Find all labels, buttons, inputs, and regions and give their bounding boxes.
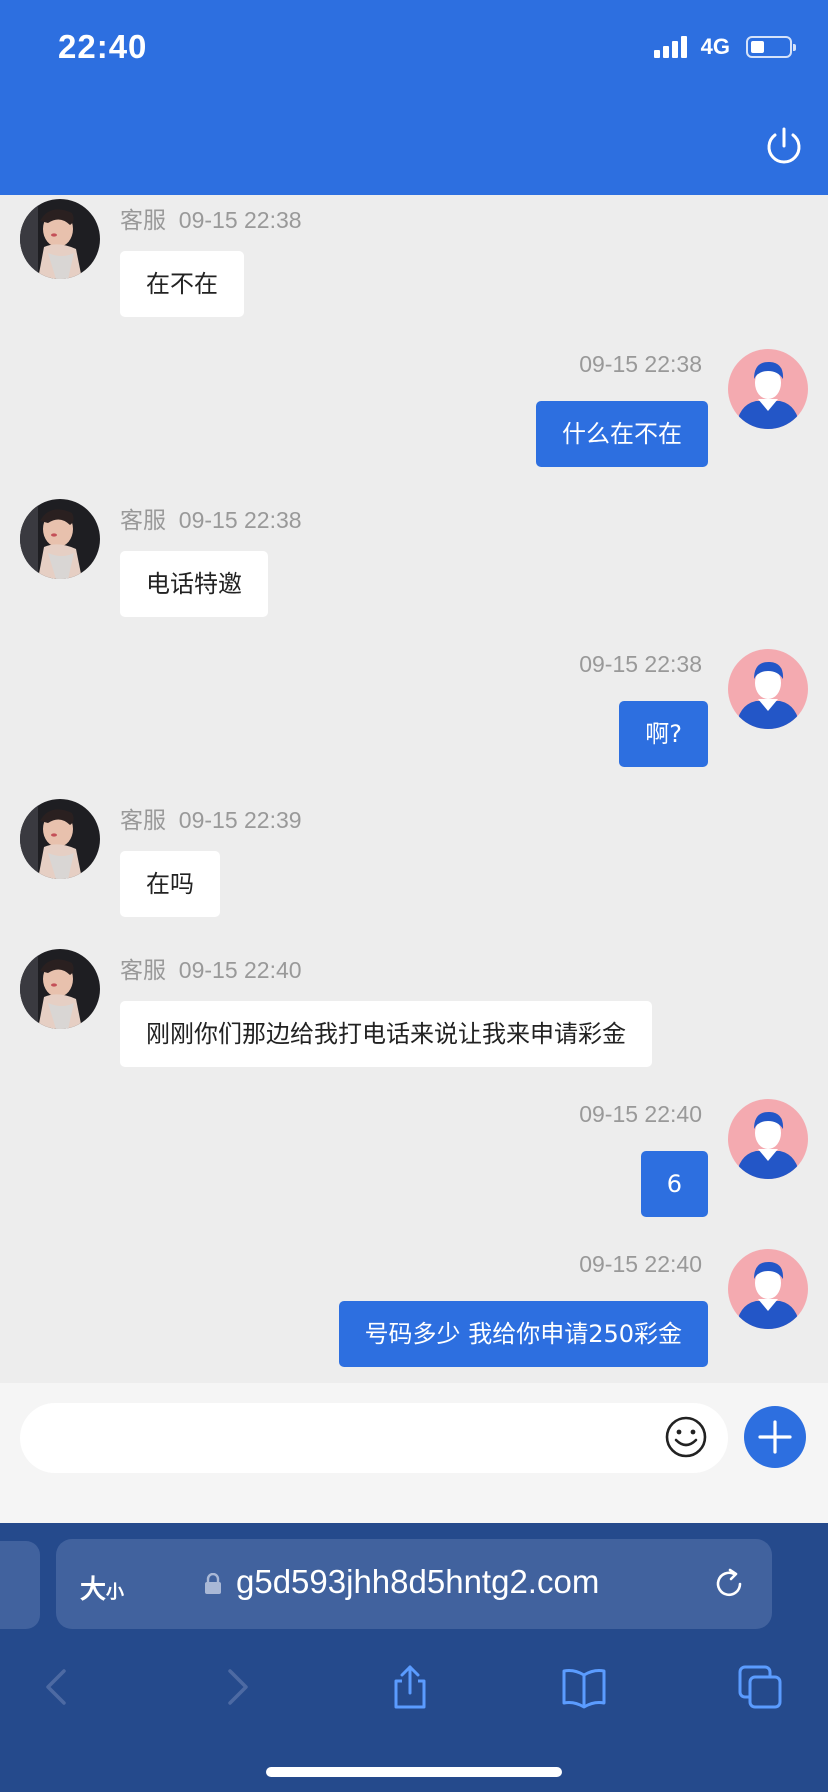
user-avatar[interactable] [728, 349, 808, 429]
user-avatar[interactable] [728, 1099, 808, 1179]
message-bubble[interactable]: 在吗 [120, 851, 220, 917]
previous-tab-stub[interactable] [0, 1541, 40, 1629]
plus-icon [758, 1420, 792, 1454]
status-indicators: 4G [653, 34, 796, 60]
status-time: 22:40 [58, 28, 148, 65]
message-meta: 客服 09-15 22:38 [120, 207, 302, 233]
app-header: 22:40 4G [0, 0, 828, 195]
message-time: 09-15 22:40 [579, 1101, 702, 1127]
back-icon[interactable] [34, 1663, 82, 1711]
add-attachment-button[interactable] [744, 1406, 806, 1468]
message-bubble[interactable]: 电话特邀 [120, 551, 268, 617]
lock-icon [205, 1573, 221, 1594]
signal-icon [653, 36, 687, 58]
user-avatar[interactable] [728, 1249, 808, 1329]
agent-avatar[interactable] [20, 199, 100, 279]
text-size-button[interactable]: 大小 [80, 1569, 124, 1606]
browser-chrome: 大小 g5d593jhh8d5hntg2.com [0, 1523, 828, 1792]
user-avatar[interactable] [728, 649, 808, 729]
agent-avatar[interactable] [20, 499, 100, 579]
message-input-bar [0, 1383, 828, 1523]
power-icon[interactable] [762, 124, 806, 168]
message-time: 09-15 22:38 [579, 351, 702, 377]
message-bubble[interactable]: 号码多少 我给你申请250彩金 [338, 1301, 708, 1367]
tabs-icon[interactable] [736, 1663, 784, 1711]
agent-avatar[interactable] [20, 799, 100, 879]
bookmarks-icon[interactable] [560, 1663, 608, 1711]
share-icon[interactable] [386, 1663, 434, 1711]
reload-icon[interactable] [712, 1567, 746, 1601]
url-text[interactable]: g5d593jhh8d5hntg2.com [236, 1563, 599, 1601]
emoji-icon[interactable] [664, 1415, 708, 1459]
message-time: 09-15 22:40 [579, 1251, 702, 1277]
battery-icon [746, 36, 796, 58]
message-bubble[interactable]: 在不在 [120, 251, 244, 317]
message-bubble[interactable]: 刚刚你们那边给我打电话来说让我来申请彩金 [120, 1001, 652, 1067]
message-bubble[interactable]: 什么在不在 [536, 401, 708, 467]
forward-icon[interactable] [212, 1663, 260, 1711]
agent-avatar[interactable] [20, 949, 100, 1029]
message-meta: 客服 09-15 22:38 [120, 507, 302, 533]
message-time: 09-15 22:38 [579, 651, 702, 677]
message-bubble[interactable]: 啊? [619, 701, 708, 767]
message-input[interactable] [20, 1403, 728, 1473]
message-bubble[interactable]: 6 [640, 1151, 708, 1217]
browser-toolbar [0, 1653, 828, 1733]
message-meta: 客服 09-15 22:39 [120, 807, 302, 833]
message-meta: 客服 09-15 22:40 [120, 957, 302, 983]
chat-area[interactable]: 客服 09-15 22:38 在不在 09-15 22:38 什么在不在 客服 … [0, 195, 828, 1383]
network-type: 4G [700, 34, 730, 59]
home-indicator[interactable] [266, 1767, 562, 1777]
address-bar[interactable]: 大小 g5d593jhh8d5hntg2.com [56, 1539, 772, 1629]
